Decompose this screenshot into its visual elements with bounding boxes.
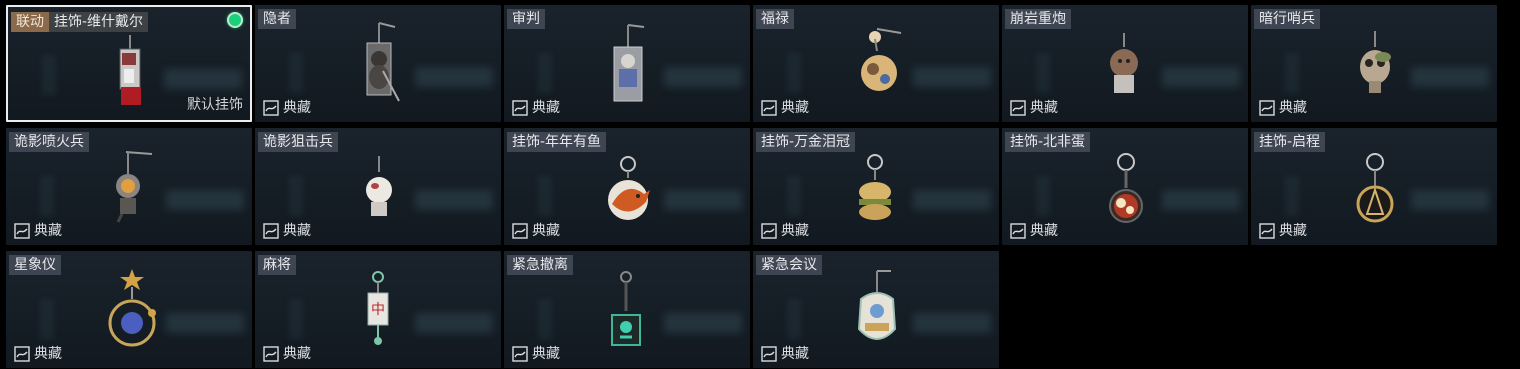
pendant-shakshuka-icon [1106,150,1146,226]
collab-tag: 联动 [11,12,49,32]
pendant-orrery-icon [106,269,164,349]
pendant-card-hermit[interactable]: 隐者 典藏 [255,5,501,122]
pendant-exit-sign-icon [608,271,644,353]
pendant-flamer-icon [108,148,154,224]
pendant-card-vishdail[interactable]: 联动 挂饰-维什戴尔 默认挂饰 [6,5,252,122]
collection-icon [761,346,777,362]
card-title: 挂饰-启程 [1254,132,1326,152]
pendant-card-compass[interactable]: 挂饰-启程 典藏 [1251,128,1497,245]
collection-icon [263,346,279,362]
pendant-burger-icon [855,152,895,224]
rarity-label: 典藏 [512,99,560,117]
pendant-card-meeting[interactable]: 紧急会议 典藏 [753,251,999,368]
pendant-meeting-icon [853,269,901,351]
collection-icon [1010,100,1026,116]
card-title: 审判 [507,9,545,29]
rarity-label: 典藏 [1010,222,1058,240]
collection-icon [512,100,528,116]
collection-icon [1010,223,1026,239]
pendant-hermit-icon [359,21,403,103]
card-title: 联动 挂饰-维什戴尔 [11,12,149,32]
rarity-label: 典藏 [761,345,809,363]
rarity-label: 典藏 [263,99,311,117]
card-title: 福禄 [756,9,794,29]
rarity-label: 典藏 [761,99,809,117]
rarity-label: 典藏 [1010,99,1058,117]
collection-icon [512,346,528,362]
card-title: 暗行哨兵 [1254,9,1320,29]
card-title: 星象仪 [9,255,61,275]
collection-icon [1259,223,1275,239]
rarity-label: 典藏 [761,222,809,240]
pendant-gourd-icon [855,25,905,95]
rarity-label: 典藏 [263,222,311,240]
pendant-compass-icon [1355,150,1395,226]
card-title: 紧急会议 [756,255,822,275]
pendant-card-sniper[interactable]: 诡影狙击兵 典藏 [255,128,501,245]
pendant-card-shakshuka[interactable]: 挂饰-北非蛋 典藏 [1002,128,1248,245]
pendant-card-skull[interactable]: 暗行哨兵 典藏 [1251,5,1497,122]
collection-icon [761,223,777,239]
default-pendant-label: 默认挂饰 [187,97,243,113]
rarity-label: 典藏 [14,345,62,363]
collection-icon [1259,100,1275,116]
pendant-card-fish[interactable]: 挂饰-年年有鱼 典藏 [504,128,750,245]
pendant-card-exit-sign[interactable]: 紧急撤离 典藏 [504,251,750,368]
collection-icon [263,223,279,239]
card-title: 诡影狙击兵 [258,132,338,152]
pendant-vishdail-icon [116,35,146,107]
card-title: 挂饰-北非蛋 [1005,132,1091,152]
card-title: 挂饰-万金泪冠 [756,132,856,152]
pendant-judgement-icon [610,23,650,103]
pendant-card-orrery[interactable]: 星象仪 典藏 [6,251,252,368]
pendant-card-flamer[interactable]: 诡影喷火兵 典藏 [6,128,252,245]
rarity-label: 典藏 [1259,99,1307,117]
svg-text:中: 中 [371,302,385,318]
rarity-label: 典藏 [14,222,62,240]
card-title: 麻将 [258,255,296,275]
collection-icon [761,100,777,116]
pendant-card-judgement[interactable]: 审判 典藏 [504,5,750,122]
card-title: 诡影喷火兵 [9,132,89,152]
rarity-label: 典藏 [512,222,560,240]
pendant-card-burger[interactable]: 挂饰-万金泪冠 典藏 [753,128,999,245]
pendant-sniper-icon [361,156,397,222]
card-title: 挂饰-年年有鱼 [507,132,607,152]
card-title: 隐者 [258,9,296,29]
collection-icon [512,223,528,239]
pendant-card-mahjong[interactable]: 麻将 中 典藏 [255,251,501,368]
pendant-skull-icon [1355,31,1395,101]
equipped-indicator-icon [227,12,243,28]
pendant-rockcannon-icon [1106,33,1146,99]
rarity-label: 典藏 [263,345,311,363]
card-title: 崩岩重炮 [1005,9,1071,29]
pendant-mahjong-icon: 中 [365,271,391,351]
collection-icon [14,346,30,362]
pendant-fish-icon [604,154,654,226]
collection-icon [14,223,30,239]
card-title: 紧急撤离 [507,255,573,275]
pendant-grid: 联动 挂饰-维什戴尔 默认挂饰 隐者 典藏 审判 典藏 福禄 典藏 崩岩重炮 典… [6,5,1500,369]
card-name: 挂饰-维什戴尔 [54,14,144,30]
pendant-card-gourd[interactable]: 福禄 典藏 [753,5,999,122]
rarity-label: 典藏 [512,345,560,363]
pendant-card-rockcannon[interactable]: 崩岩重炮 典藏 [1002,5,1248,122]
rarity-label: 典藏 [1259,222,1307,240]
collection-icon [263,100,279,116]
